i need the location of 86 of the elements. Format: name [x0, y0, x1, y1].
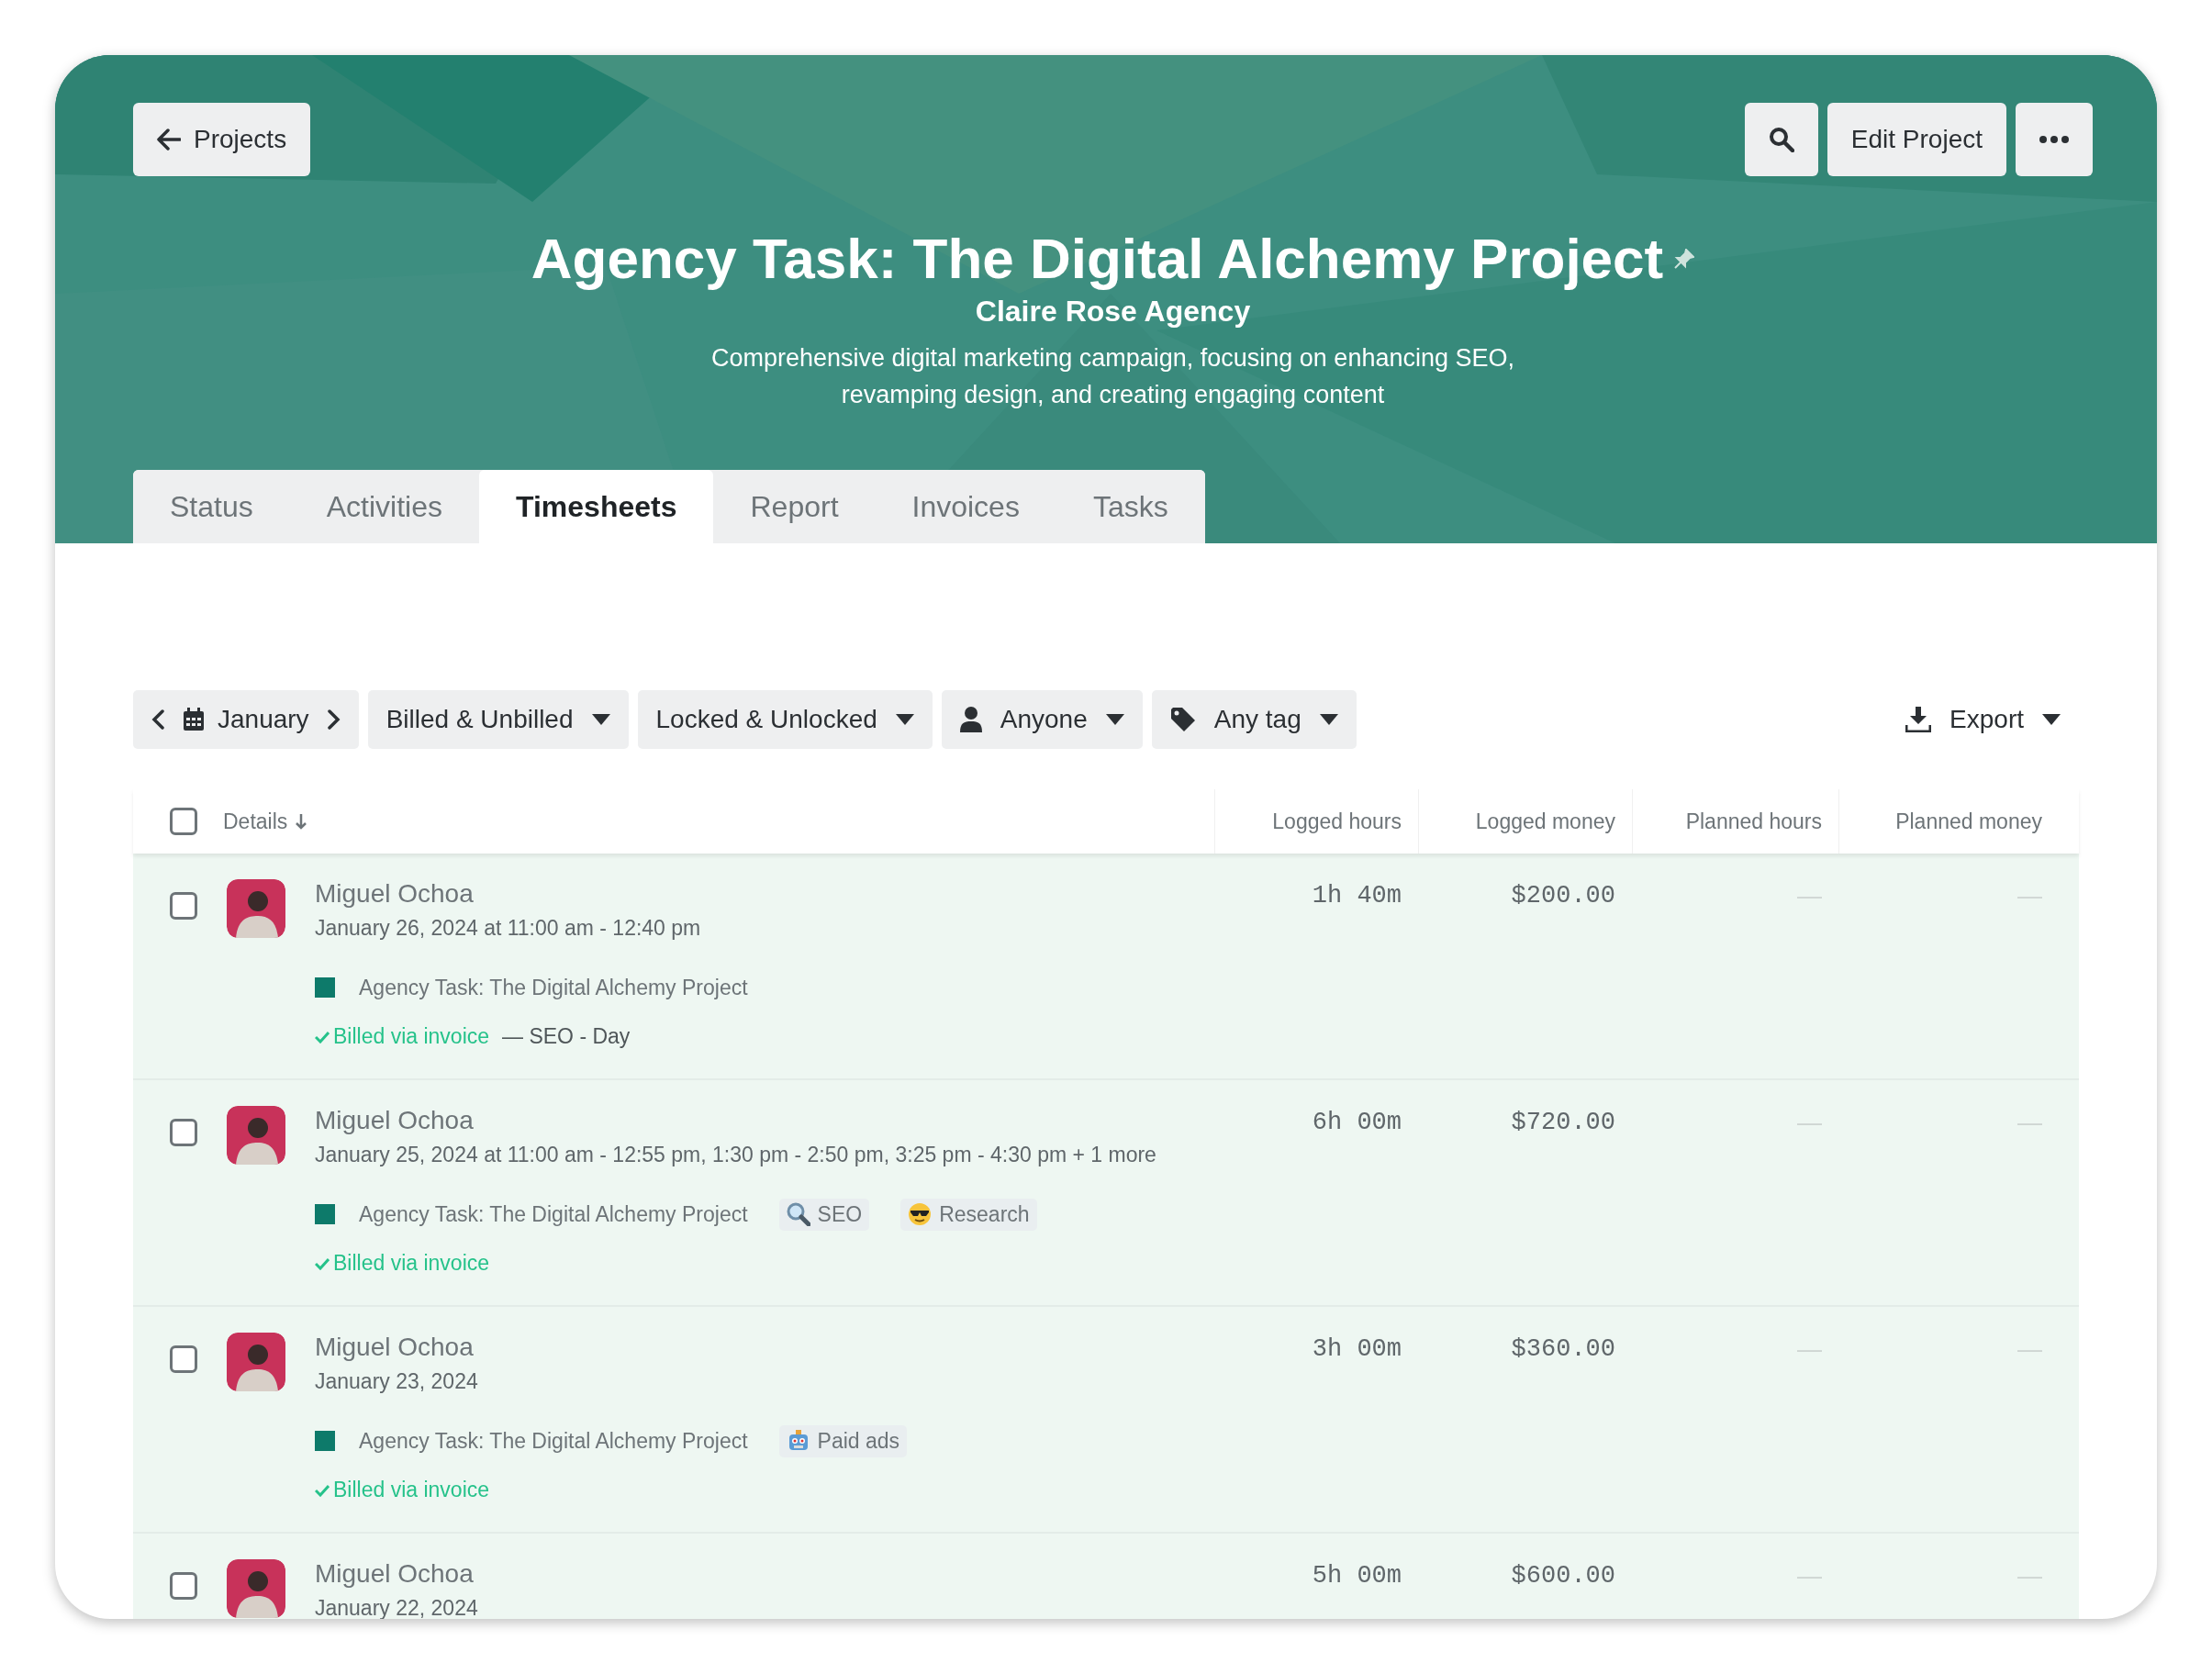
logged-money: $720.00: [1511, 1108, 1615, 1138]
avatar: [227, 1559, 285, 1618]
avatar: [227, 1106, 285, 1165]
logged-money: $600.00: [1511, 1561, 1615, 1591]
more-icon: [2039, 136, 2069, 143]
checkbox[interactable]: [170, 808, 197, 835]
project-color-icon: [315, 1431, 335, 1451]
more-button[interactable]: [2016, 103, 2093, 176]
logged-money: $360.00: [1511, 1334, 1615, 1365]
entry-date: January 25, 2024 at 11:00 am - 12:55 pm, 1:30 pm - 2:50 pm, 3:25 pm - 4:30 pm + 1 more: [315, 1143, 1156, 1168]
planned-money: —: [2017, 881, 2042, 911]
checkbox[interactable]: [170, 1572, 197, 1600]
edit-project-button[interactable]: Edit Project: [1827, 103, 2006, 176]
filter-dropdown[interactable]: Billed & Unbilled: [367, 690, 629, 749]
column-header[interactable]: Details: [223, 809, 308, 834]
search-button[interactable]: [1744, 103, 1818, 176]
check-icon: [315, 1256, 330, 1270]
project-description: Comprehensive digital marketing campaign, focusing on enhancing SEO, revamping design, and creating engaging content: [711, 343, 1514, 410]
caret-icon: [1105, 714, 1124, 725]
checkbox[interactable]: [170, 892, 197, 920]
caret-icon: [2042, 714, 2061, 725]
person-name: Miguel Ochoa: [315, 879, 475, 910]
billed-status: Billed via invoice: [315, 1251, 490, 1276]
planned-money: —: [2017, 1108, 2042, 1138]
project-color-icon: [315, 977, 335, 998]
chevron-left-icon: [151, 709, 164, 730]
checkbox[interactable]: [170, 1119, 197, 1146]
logged-hours: 6h 00m: [1312, 1108, 1402, 1138]
person-name: Miguel Ochoa: [315, 1559, 475, 1590]
project-name: Agency Task: The Digital Alchemy Project: [359, 1428, 748, 1454]
planned-hours: —: [1797, 1108, 1822, 1138]
logged-money: $200.00: [1511, 881, 1615, 911]
avatar: [227, 879, 285, 938]
logged-hours: 1h 40m: [1312, 881, 1402, 911]
logged-hours: 3h 00m: [1312, 1334, 1402, 1365]
sort-arrow-icon: [295, 813, 308, 830]
month-label: January: [218, 705, 309, 734]
avatar: [227, 1333, 285, 1391]
person-icon: [959, 707, 982, 732]
column-header[interactable]: Logged hours: [1272, 809, 1402, 834]
planned-hours: —: [1797, 1334, 1822, 1365]
back-arrow-icon: [157, 128, 181, 151]
person-name: Miguel Ochoa: [315, 1333, 475, 1363]
planned-money: —: [2017, 1561, 2042, 1591]
entry-note: — SEO - Day: [502, 1024, 631, 1049]
project-title: Agency Task: The Digital Alchemy Project: [531, 226, 1664, 291]
logged-hours: 5h 00m: [1312, 1561, 1402, 1591]
chevron-right-icon: [327, 709, 341, 730]
client-name: Claire Rose Agency: [975, 295, 1251, 329]
caret-icon: [895, 714, 914, 725]
entry-date: January 26, 2024 at 11:00 am - 12:40 pm: [315, 916, 702, 942]
planned-hours: —: [1797, 881, 1822, 911]
caret-icon: [1319, 714, 1338, 725]
entry-date: January 23, 2024: [315, 1369, 479, 1395]
billed-status: Billed via invoice: [315, 1024, 490, 1049]
check-icon: [315, 1030, 330, 1043]
person-name: Miguel Ochoa: [315, 1106, 475, 1136]
planned-money: —: [2017, 1334, 2042, 1365]
column-header[interactable]: Planned hours: [1685, 809, 1822, 834]
project-name: Agency Task: The Digital Alchemy Project: [359, 1201, 748, 1227]
tag: SEO: [778, 1198, 870, 1231]
sunglasses-face-icon: [908, 1202, 933, 1226]
export-button[interactable]: Export: [1887, 690, 2079, 749]
checkbox[interactable]: [170, 1345, 197, 1373]
project-name: Agency Task: The Digital Alchemy Project: [359, 975, 748, 1000]
search-icon: [1768, 127, 1794, 152]
billed-status: Billed via invoice: [315, 1478, 490, 1502]
planned-hours: —: [1797, 1561, 1822, 1591]
entry-date: January 22, 2024: [315, 1596, 478, 1619]
back-button[interactable]: Projects: [133, 103, 311, 176]
pin-icon: [1674, 248, 1695, 269]
tag-icon: [1169, 707, 1196, 732]
magnifier-icon: [786, 1202, 810, 1226]
check-icon: [315, 1483, 330, 1497]
filter-dropdown[interactable]: Locked & Unlocked: [637, 690, 933, 749]
project-color-icon: [315, 1204, 335, 1224]
filter-dropdown[interactable]: Any tag: [1151, 690, 1357, 749]
tab[interactable]: Timesheets: [478, 470, 714, 543]
caret-icon: [591, 714, 610, 725]
calendar-icon: [183, 708, 205, 731]
tag: Research: [900, 1198, 1037, 1231]
filter-dropdown[interactable]: Anyone: [941, 690, 1143, 749]
download-icon: [1905, 707, 1932, 732]
tag: Paid ads: [778, 1424, 908, 1457]
column-header[interactable]: Logged money: [1475, 809, 1615, 834]
column-header[interactable]: Planned money: [1895, 809, 2042, 834]
